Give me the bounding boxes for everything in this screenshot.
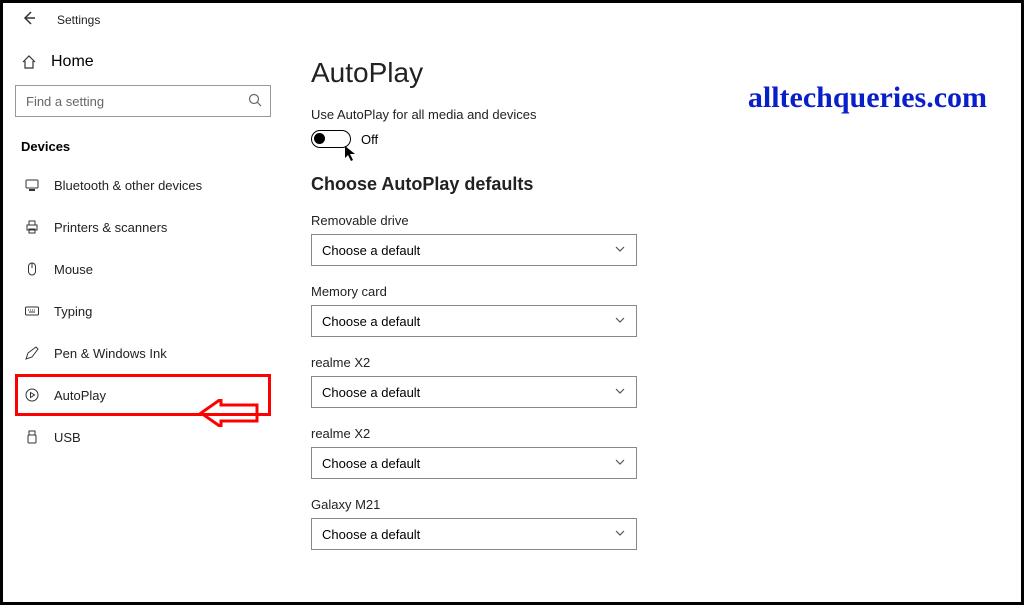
sidebar-item-label: Printers & scanners [54,220,167,235]
sidebar-item-pen[interactable]: Pen & Windows Ink [15,332,271,374]
back-arrow-icon [21,10,37,26]
sidebar-item-mouse[interactable]: Mouse [15,248,271,290]
annotation-arrow-icon [199,399,259,427]
chevron-down-icon [614,527,626,542]
usb-icon [24,429,40,445]
dropdown-value: Choose a default [322,527,420,542]
pen-icon [24,345,40,361]
section-title: Choose AutoPlay defaults [311,174,993,195]
search-input[interactable] [15,85,271,117]
toggle-state-text: Off [361,132,378,147]
sidebar-item-home[interactable]: Home [15,47,271,81]
autoplay-icon [24,387,40,403]
chevron-down-icon [614,385,626,400]
dropdown-memory-card[interactable]: Choose a default [311,305,637,337]
device-label: Galaxy M21 [311,497,993,512]
sidebar-item-label: Bluetooth & other devices [54,178,202,193]
sidebar-item-printers[interactable]: Printers & scanners [15,206,271,248]
dropdown-realme-x2-1[interactable]: Choose a default [311,376,637,408]
sidebar-item-label: Typing [54,304,92,319]
dropdown-value: Choose a default [322,314,420,329]
app-title: Settings [57,13,100,27]
category-header: Devices [15,133,271,164]
search-icon [247,92,263,113]
chevron-down-icon [614,314,626,329]
sidebar-item-label: Mouse [54,262,93,277]
device-label: realme X2 [311,426,993,441]
sidebar-item-label: USB [54,430,81,445]
dropdown-value: Choose a default [322,456,420,471]
watermark-text: alltechqueries.com [748,81,987,115]
dropdown-value: Choose a default [322,243,420,258]
sidebar-item-bluetooth[interactable]: Bluetooth & other devices [15,164,271,206]
chevron-down-icon [614,243,626,258]
settings-window: Settings Home Devices Bluetooth [0,0,1024,605]
dropdown-realme-x2-2[interactable]: Choose a default [311,447,637,479]
printer-icon [24,219,40,235]
sidebar-item-typing[interactable]: Typing [15,290,271,332]
chevron-down-icon [614,456,626,471]
main-content: alltechqueries.com AutoPlay Use AutoPlay… [283,37,1021,602]
dropdown-removable-drive[interactable]: Choose a default [311,234,637,266]
dropdown-galaxy-m21[interactable]: Choose a default [311,518,637,550]
back-button[interactable] [21,10,37,31]
home-icon [21,54,37,70]
keyboard-icon [24,303,40,319]
sidebar-item-label: AutoPlay [54,388,106,403]
device-label: Memory card [311,284,993,299]
dropdown-value: Choose a default [322,385,420,400]
home-label: Home [51,53,94,71]
title-bar: Settings [3,3,1021,37]
bluetooth-icon [24,177,40,193]
sidebar: Home Devices Bluetooth & other devices [3,37,283,602]
cursor-icon [343,144,359,162]
sidebar-item-label: Pen & Windows Ink [54,346,167,361]
mouse-icon [24,261,40,277]
device-label: realme X2 [311,355,993,370]
device-label: Removable drive [311,213,993,228]
